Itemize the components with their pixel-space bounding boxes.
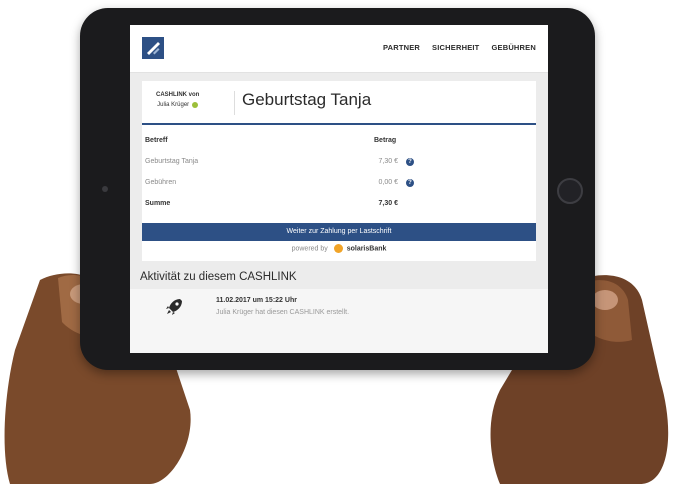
verified-icon xyxy=(192,102,199,108)
card-header: CASHLINK von Julia Krüger Geburtstag Tan… xyxy=(142,81,536,125)
rocket-icon xyxy=(166,299,182,315)
pay-by-direct-debit-button[interactable]: Weiter zur Zahlung per Lastschrift xyxy=(142,223,536,241)
sum-label: Summe xyxy=(145,200,171,207)
info-icon[interactable]: ? xyxy=(406,158,414,166)
tablet-frame: PARTNER SICHERHEIT GEBÜHREN CASHLINK von… xyxy=(80,8,595,370)
nav-link-sicherheit[interactable]: SICHERHEIT xyxy=(432,43,479,52)
sender-name: Julia Krüger xyxy=(157,102,190,108)
sender-name-row: Julia Krüger xyxy=(157,100,199,110)
sender-info: CASHLINK von Julia Krüger xyxy=(156,90,199,110)
cashlink-logo-icon[interactable] xyxy=(142,37,164,59)
screen: PARTNER SICHERHEIT GEBÜHREN CASHLINK von… xyxy=(130,25,548,353)
header-betrag: Betrag xyxy=(374,137,397,144)
table-sum-row: Summe 7,30 € xyxy=(142,196,536,217)
info-icon[interactable]: ? xyxy=(406,179,414,187)
solarisbank-logo-icon xyxy=(333,244,343,253)
powered-by: powered by solarisBank xyxy=(142,244,536,253)
page-title: Geburtstag Tanja xyxy=(242,90,372,109)
row-amount: 7,30 € xyxy=(378,158,398,165)
row-label: Geburtstag Tanja xyxy=(145,158,199,165)
top-nav: PARTNER SICHERHEIT GEBÜHREN xyxy=(130,25,548,73)
table-row: Gebühren 0,00 € ? xyxy=(142,175,536,196)
amount-table: Betreff Betrag Geburtstag Tanja 7,30 € ?… xyxy=(142,133,536,217)
table-header: Betreff Betrag xyxy=(142,133,536,154)
activity-text: Julia Krüger hat diesen CASHLINK erstell… xyxy=(216,309,350,316)
powered-by-brand: solarisBank xyxy=(346,245,387,253)
header-betreff: Betreff xyxy=(145,137,168,144)
row-label: Gebühren xyxy=(145,179,177,186)
sum-amount: 7,30 € xyxy=(378,200,398,207)
nav-link-partner[interactable]: PARTNER xyxy=(383,43,420,52)
camera-icon xyxy=(102,186,108,192)
divider xyxy=(234,91,235,115)
sender-label: CASHLINK von xyxy=(156,92,200,98)
row-amount: 0,00 € xyxy=(378,179,398,186)
activity-date: 11.02.2017 um 15:22 Uhr xyxy=(216,297,297,304)
nav-links: PARTNER SICHERHEIT GEBÜHREN xyxy=(383,43,536,52)
title-underline xyxy=(142,123,536,125)
powered-by-label: powered by xyxy=(291,245,328,253)
activity-item: 11.02.2017 um 15:22 Uhr Julia Krüger hat… xyxy=(130,289,548,353)
payment-card: CASHLINK von Julia Krüger Geburtstag Tan… xyxy=(142,81,536,261)
home-button[interactable] xyxy=(557,178,583,204)
activity-heading: Aktivität zu diesem CASHLINK xyxy=(140,271,297,283)
nav-link-gebuehren[interactable]: GEBÜHREN xyxy=(491,43,536,52)
table-row: Geburtstag Tanja 7,30 € ? xyxy=(142,154,536,175)
